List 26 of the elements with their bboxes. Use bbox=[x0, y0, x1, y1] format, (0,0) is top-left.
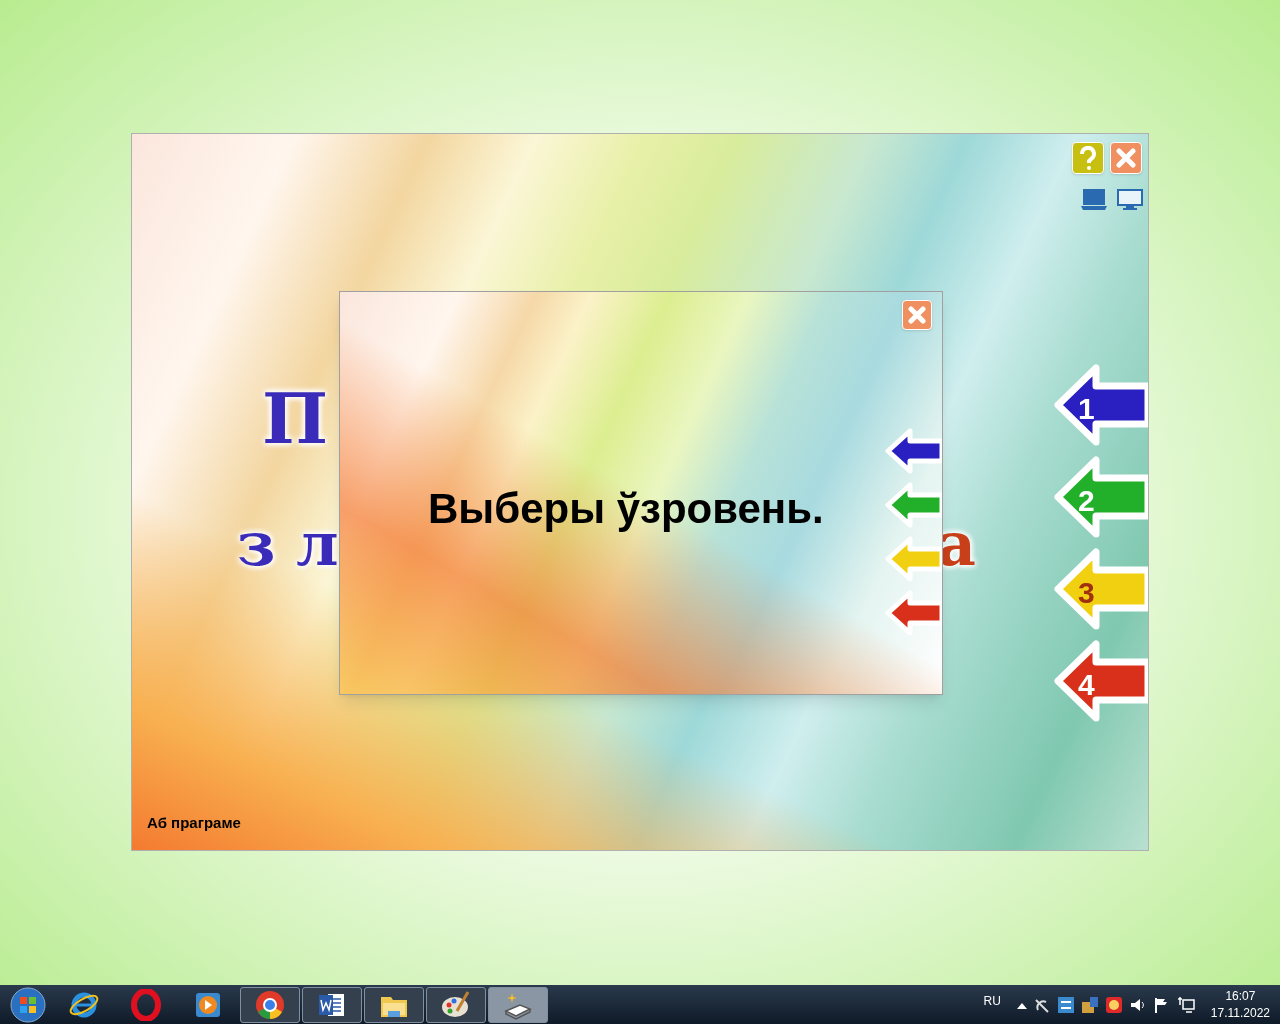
question-icon bbox=[1078, 146, 1098, 170]
language-indicator[interactable]: RU bbox=[983, 991, 1001, 1010]
monitor-icon bbox=[1117, 189, 1143, 211]
close-icon bbox=[1116, 148, 1136, 168]
dialog-message: Выберы ўзровень. bbox=[428, 488, 824, 530]
taskbar-button[interactable] bbox=[426, 986, 486, 1023]
browser-icon bbox=[254, 988, 286, 1021]
title-text: П bbox=[262, 384, 329, 454]
about-link[interactable]: Аб праграме bbox=[147, 811, 241, 834]
network-icon bbox=[1176, 995, 1195, 1014]
browser-icon bbox=[130, 988, 162, 1021]
close-icon bbox=[908, 306, 926, 324]
taskbar-button[interactable] bbox=[240, 986, 300, 1023]
clock[interactable]: 16:07 17.11.2022 bbox=[1210, 987, 1270, 1022]
windows-logo-icon bbox=[10, 986, 46, 1023]
laptop-icon bbox=[1081, 189, 1107, 211]
taskbar-button[interactable] bbox=[364, 986, 424, 1023]
level-arrow-button[interactable]: 4 bbox=[1052, 638, 1148, 724]
taskbar-button[interactable] bbox=[302, 986, 362, 1023]
window-mode-button[interactable] bbox=[1080, 188, 1108, 212]
level-arrow-button[interactable]: 1 bbox=[1052, 362, 1148, 448]
start-button[interactable] bbox=[8, 986, 48, 1023]
taskbar-button[interactable] bbox=[488, 986, 548, 1023]
level-arrow-button[interactable]: 3 bbox=[1052, 546, 1148, 632]
title-text: з л bbox=[237, 514, 339, 574]
fullscreen-button[interactable] bbox=[1116, 188, 1144, 212]
